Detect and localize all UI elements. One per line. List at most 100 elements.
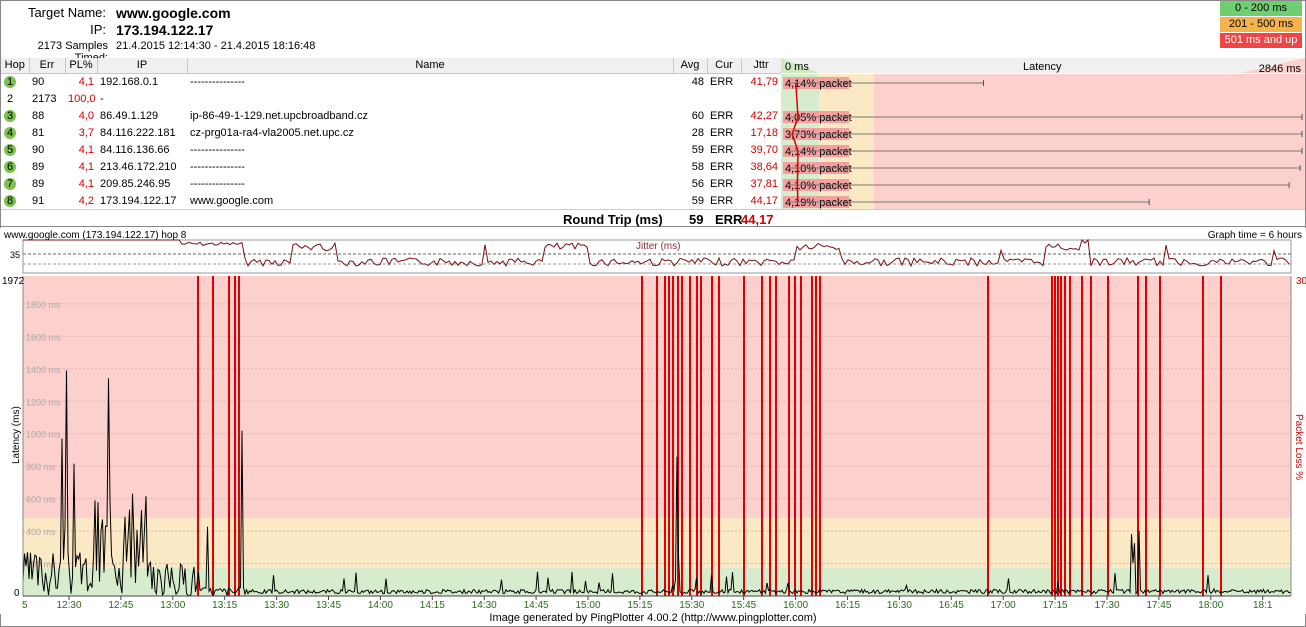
ip-cell: 86.49.1.129	[100, 109, 159, 122]
hop-number: 8	[4, 194, 16, 207]
name-cell: ---------------	[190, 75, 245, 88]
err-cell: 90	[32, 143, 45, 156]
cur-cell: ERR	[710, 177, 734, 190]
cur-cell	[707, 90, 741, 107]
name-cell	[187, 90, 673, 107]
x-tick-label: 17:45	[1146, 600, 1171, 611]
pl-cell: 4,1	[78, 160, 94, 173]
pl-cell: 4,1	[78, 75, 94, 88]
x-tick-label: 16:15	[835, 600, 860, 611]
x-tick-label: 14:00	[368, 600, 393, 611]
col-jttr[interactable]: Jttr	[741, 58, 782, 74]
table-row[interactable]: 1 90 4,1 192.168.0.1 --------------- 48 ERR 41,…	[1, 73, 781, 90]
loss-label: 4,10% packet	[785, 180, 852, 192]
avg-cell: 59	[691, 194, 704, 207]
hop-number: 6	[4, 160, 16, 173]
loss-label: 3,73% packet	[785, 129, 852, 141]
col-name[interactable]: Name	[187, 58, 674, 74]
hop-cell: 4	[1, 124, 29, 141]
ip-cell: 173.194.122.17	[100, 194, 177, 207]
err-cell: 89	[32, 160, 45, 173]
err-cell: 90	[32, 75, 45, 88]
hop-cell: 8	[1, 192, 29, 209]
loss-label: 4,14% packet	[785, 78, 852, 90]
samples-value: 21.4.2015 12:14:30 - 21.4.2015 18:16:48	[116, 40, 316, 52]
cur-cell: ERR	[710, 194, 734, 207]
x-tick-label: 13:00	[160, 600, 185, 611]
y-max-label: 1972	[2, 276, 25, 287]
x-tick-label: 16:30	[887, 600, 912, 611]
jitter-graph: www.google.com (173.194.122.17) hop 8 Gr…	[0, 228, 1306, 274]
round-trip-jitter: 44,17	[741, 212, 774, 227]
table-row[interactable]: 5 90 4,1 84.116.136.66 --------------- 59 ERR 3…	[1, 141, 781, 158]
hop-cell: 1	[1, 73, 29, 90]
err-cell: 89	[32, 177, 45, 190]
x-tick-label: 17:30	[1094, 600, 1119, 611]
col-avg[interactable]: Avg	[673, 58, 708, 74]
table-row[interactable]: 3 88 4,0 86.49.1.129 ip-86-49-1-129.net.upcb…	[1, 107, 781, 124]
right-axis-title: Packet Loss %	[1293, 414, 1304, 480]
pl-cell: 4,2	[78, 194, 94, 207]
ip-cell: -	[100, 92, 104, 105]
loss-label: 4,19% packet	[785, 197, 852, 209]
jttr-cell: 41,79	[750, 75, 778, 88]
name-cell: www.google.com	[190, 194, 274, 207]
hop-table: Hop Err PL% IP Name Avg Cur Jttr 1 90 4,1 1…	[1, 58, 782, 209]
pl-cell: 100,0	[68, 92, 96, 105]
table-row[interactable]: 2 2173 100,0-	[1, 90, 781, 107]
jitter-max: 35	[10, 250, 20, 260]
x-tick-label: 15:30	[679, 600, 704, 611]
table-header-row: Hop Err PL% IP Name Avg Cur Jttr	[1, 58, 782, 74]
name-cell: ---------------	[190, 143, 245, 156]
x-tick-label: 17:15	[1043, 600, 1068, 611]
cur-cell: ERR	[710, 160, 734, 173]
legend-red: 501 ms and up	[1220, 33, 1302, 48]
round-trip-label: Round Trip (ms)	[563, 212, 663, 227]
y-tick-label: 1400 ms	[26, 365, 61, 375]
x-tick-label: 13:15	[212, 600, 237, 611]
ip-cell: 192.168.0.1	[100, 75, 159, 88]
avg-cell: 58	[691, 160, 704, 173]
jitter-label: Jitter (ms)	[636, 241, 680, 252]
ip-value: 173.194.122.17	[116, 22, 214, 38]
name-cell: ---------------	[190, 160, 245, 173]
y-tick-label: 1000 ms	[26, 430, 61, 440]
latency-graph: 0 ms Latency 2846 ms 4,14% packet 4,05% p…	[781, 58, 1305, 209]
hop-cell: 2	[1, 90, 29, 107]
ip-cell: 213.46.172.210	[100, 160, 177, 173]
table-row[interactable]: 4 81 3,7 84.116.222.181 cz-prg01a-ra4-vla200…	[1, 124, 781, 141]
graph-title[interactable]: www.google.com (173.194.122.17) hop 8	[3, 230, 187, 241]
target-name-value: www.google.com	[116, 5, 231, 21]
table-row[interactable]: 6 89 4,1 213.46.172.210 --------------- 58 ERR…	[1, 158, 781, 175]
name-cell: cz-prg01a-ra4-vla2005.net.upc.cz	[190, 126, 354, 139]
table-row[interactable]: 8 91 4,2 173.194.122.17 www.google.com 59 ERR 4…	[1, 192, 781, 209]
cur-cell: ERR	[710, 75, 734, 88]
col-cur[interactable]: Cur	[707, 58, 742, 74]
right-max-label: 30	[1296, 276, 1306, 287]
col-err[interactable]: Err	[29, 58, 66, 74]
col-ip[interactable]: IP	[97, 58, 188, 74]
col-hop[interactable]: Hop	[1, 58, 30, 74]
jttr-cell	[741, 90, 781, 107]
y-tick-label: 400 ms	[26, 527, 56, 537]
table-row[interactable]: 7 89 4,1 209.85.246.95 --------------- 56 ERR 3…	[1, 175, 781, 192]
avg-cell: 60	[691, 109, 704, 122]
hop-number: 3	[4, 109, 16, 122]
hop-number: 7	[4, 177, 16, 190]
hop-number: 2	[6, 92, 14, 105]
col-pl[interactable]: PL%	[65, 58, 98, 74]
footer-credit: Image generated by PingPlotter 4.00.2 (h…	[489, 612, 817, 624]
x-tick-label: 16:45	[939, 600, 964, 611]
hop-cell: 5	[1, 141, 29, 158]
x-tick-label: 15:15	[627, 600, 652, 611]
jttr-cell: 37,81	[750, 177, 778, 190]
round-trip-avg: 59	[689, 212, 704, 227]
x-tick-label: 18:1	[1253, 600, 1273, 611]
avg-cell	[673, 90, 707, 107]
latency-timeline-graph: 1800 ms 1600 ms 1400 ms 1200 ms 1000 ms 800 m…	[0, 274, 1306, 614]
loss-label: 4,14% packet	[785, 146, 852, 158]
jttr-cell: 38,64	[750, 160, 778, 173]
err-cell: 2173	[32, 92, 57, 105]
hop-number: 1	[4, 75, 16, 88]
graph-time[interactable]: Graph time = 6 hours	[1208, 230, 1302, 241]
